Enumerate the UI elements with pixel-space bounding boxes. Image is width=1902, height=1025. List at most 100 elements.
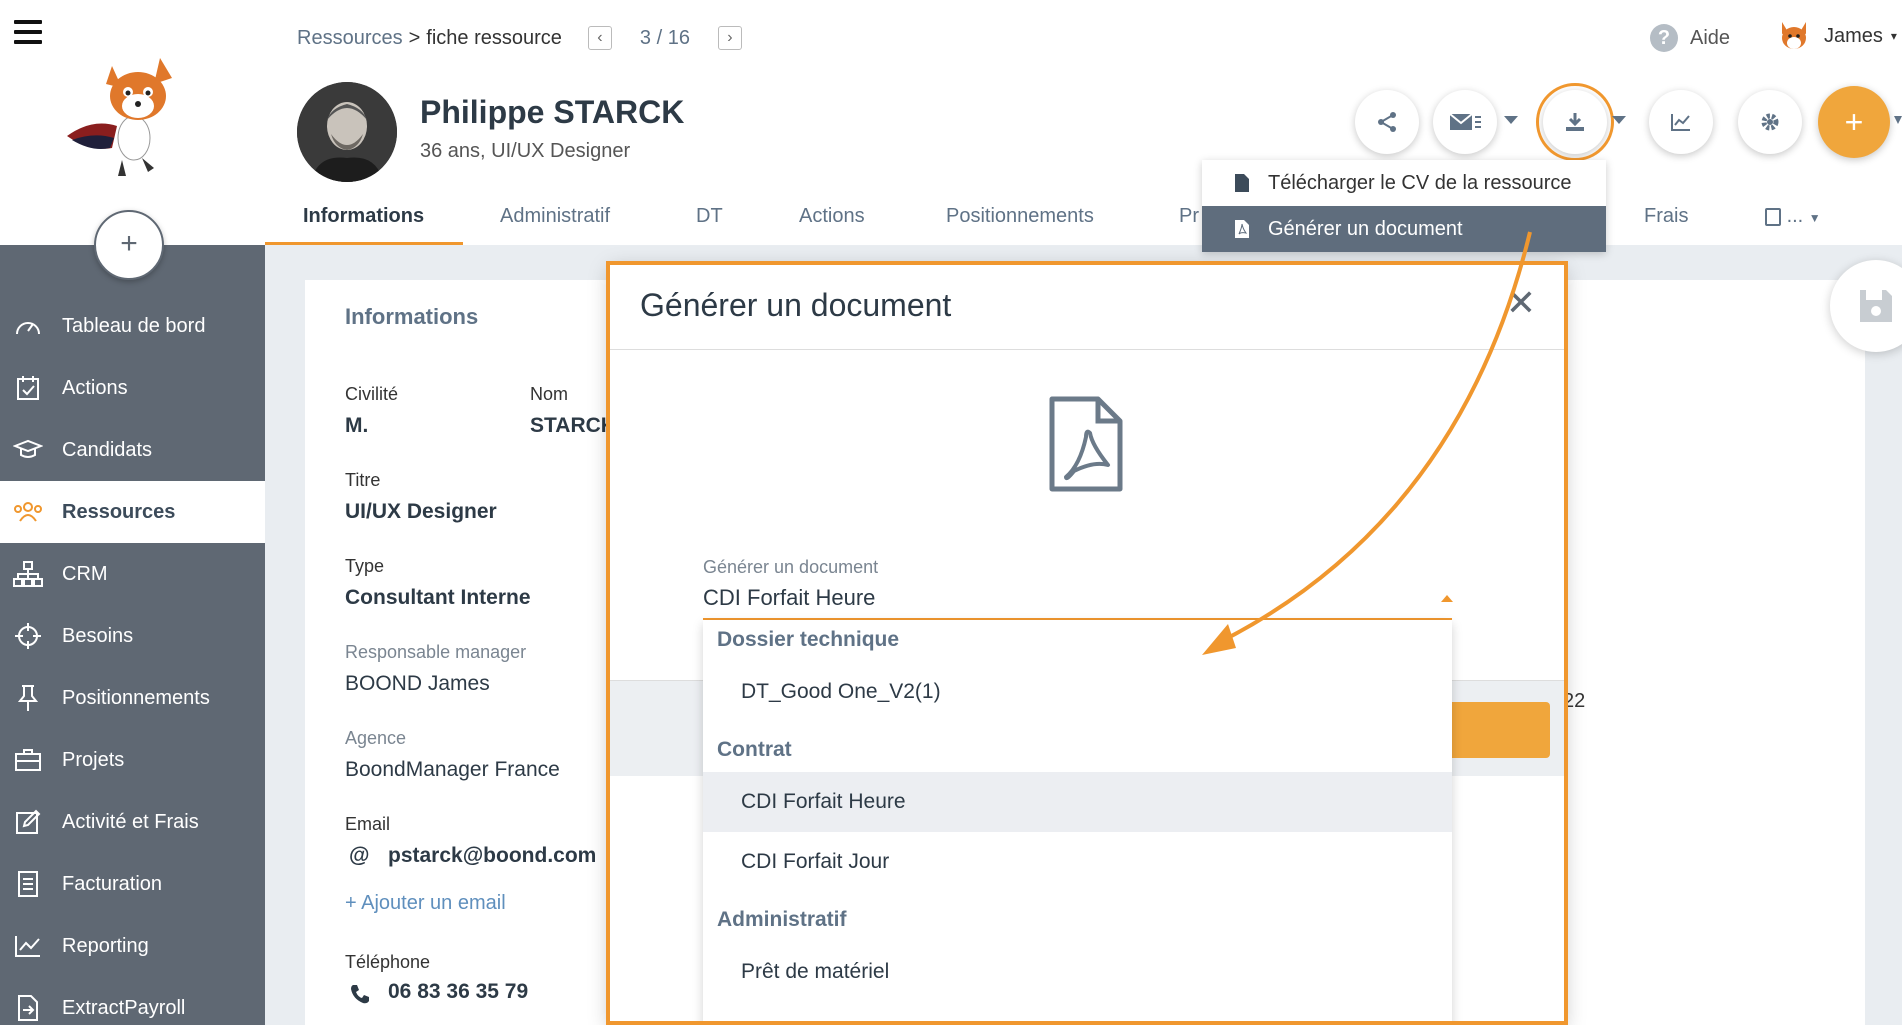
- manager-value: BOOND James: [345, 672, 490, 695]
- plus-icon: +: [1844, 104, 1864, 140]
- option-pret-de-materiel[interactable]: Prêt de matériel: [703, 942, 1452, 1002]
- question-icon: ?: [1650, 24, 1678, 52]
- sidebar-item-label: Positionnements: [62, 686, 210, 709]
- edit-icon: [6, 807, 50, 837]
- fox-mascot-logo: [67, 58, 172, 176]
- option-cdi-forfait-heure[interactable]: CDI Forfait Heure: [703, 772, 1452, 832]
- telephone-value[interactable]: 06 83 36 35 79: [388, 980, 528, 1004]
- sidebar-item-facturation[interactable]: Facturation: [0, 853, 265, 915]
- sidebar-item-label: Reporting: [62, 934, 149, 957]
- help-link[interactable]: ? Aide: [1650, 24, 1730, 52]
- sidebar-item-extractpayroll[interactable]: ExtractPayroll: [0, 977, 265, 1025]
- settings-button[interactable]: [1738, 90, 1802, 154]
- phone-icon: [351, 985, 369, 1004]
- sidebar-item-label: Projets: [62, 748, 125, 771]
- option-dt-good-one[interactable]: DT_Good One_V2(1): [703, 662, 1452, 722]
- nom-label: Nom: [530, 384, 569, 404]
- agence-value: BoondManager France: [345, 758, 560, 781]
- download-button-highlight: [1536, 83, 1614, 161]
- sidebar-item-reporting[interactable]: Reporting: [0, 915, 265, 977]
- breadcrumb-current: fiche ressource: [426, 26, 562, 49]
- dashboard-icon: [6, 311, 50, 341]
- add-dropdown-chevron-icon[interactable]: [1894, 116, 1902, 124]
- email-button[interactable]: [1433, 90, 1497, 154]
- fox-avatar-icon: [1782, 22, 1806, 49]
- sidebar-item-positionnements[interactable]: Positionnements: [0, 667, 265, 729]
- type-value: Consultant Interne: [345, 586, 531, 609]
- generate-document-modal: Générer un document ✕ Générer un documen…: [610, 265, 1564, 1025]
- document-options-list: Dossier technique DT_Good One_V2(1) Cont…: [703, 620, 1452, 1025]
- file-icon: [1235, 174, 1249, 192]
- tab-positionnements[interactable]: Positionnements: [946, 205, 1094, 228]
- file-pdf-icon: [1049, 396, 1123, 492]
- at-icon: @: [349, 844, 370, 867]
- active-tab-indicator: [265, 242, 463, 245]
- tab-more[interactable]: ... ▼: [1765, 205, 1821, 228]
- email-dropdown-chevron-icon[interactable]: [1504, 116, 1518, 124]
- telephone-label: Téléphone: [345, 952, 431, 972]
- share-button[interactable]: [1355, 90, 1419, 154]
- sidebar-add-button[interactable]: +: [94, 210, 164, 280]
- document-select[interactable]: CDI Forfait Heure: [703, 585, 875, 611]
- sidebar-item-label: Tableau de bord: [62, 314, 206, 337]
- chevron-down-icon: ▼: [1808, 211, 1821, 225]
- reporting-button[interactable]: [1649, 90, 1713, 154]
- tab-informations[interactable]: Informations: [303, 205, 424, 228]
- menu-item-label: Générer un document: [1268, 217, 1463, 240]
- sidebar-item-projets[interactable]: Projets: [0, 729, 265, 791]
- option-group-administratif: Administratif: [717, 908, 847, 931]
- add-email-link[interactable]: + Ajouter un email: [345, 892, 506, 915]
- menu-item-generer-document[interactable]: Générer un document: [1202, 206, 1606, 252]
- tab-actions[interactable]: Actions: [799, 205, 865, 228]
- avatar: [297, 82, 397, 182]
- previous-record-button[interactable]: ‹: [587, 26, 612, 50]
- sidebar-item-besoins[interactable]: Besoins: [0, 605, 265, 667]
- titre-label: Titre: [345, 470, 381, 490]
- sidebar-item-ressources[interactable]: Ressources: [0, 481, 265, 543]
- tab-administratif[interactable]: Administratif: [500, 205, 610, 228]
- resource-tabs: Informations Administratif DT Actions Po…: [265, 195, 1902, 245]
- tab-dt[interactable]: DT: [696, 205, 723, 228]
- next-record-button[interactable]: ›: [717, 26, 742, 50]
- hamburger-menu-icon[interactable]: [14, 20, 42, 44]
- tab-frais[interactable]: Frais: [1644, 205, 1688, 228]
- civilite-value: M.: [345, 414, 369, 437]
- sidebar-header: [0, 0, 265, 245]
- type-label: Type: [345, 556, 385, 576]
- sidebar-item-activite-et-frais[interactable]: Activité et Frais: [0, 791, 265, 853]
- chevron-down-icon: ▾: [1890, 29, 1897, 43]
- user-menu[interactable]: James ▾: [1778, 20, 1897, 52]
- breadcrumb-separator: >: [408, 26, 421, 49]
- breadcrumb-link-ressources[interactable]: Ressources: [297, 27, 403, 50]
- invoice-icon: [6, 869, 50, 899]
- sidebar-item-crm[interactable]: CRM: [0, 543, 265, 605]
- gear-icon: [1761, 113, 1779, 131]
- breadcrumb: Ressources > fiche ressource ‹ 3 / 16 ›: [297, 26, 742, 50]
- tab-projets[interactable]: Pr: [1179, 205, 1199, 228]
- download-dropdown-chevron-icon[interactable]: [1612, 116, 1626, 124]
- email-label: Email: [345, 814, 391, 834]
- pin-icon: [6, 683, 50, 713]
- option-cdi-forfait-jour[interactable]: CDI Forfait Jour: [703, 832, 1452, 892]
- sidebar-item-label: Besoins: [62, 624, 134, 647]
- chevron-up-icon[interactable]: [1441, 595, 1453, 602]
- sidebar-item-candidats[interactable]: Candidats: [0, 419, 265, 481]
- menu-item-telecharger-cv[interactable]: Télécharger le CV de la ressource: [1202, 160, 1606, 206]
- users-icon: [6, 497, 50, 527]
- add-button[interactable]: +: [1818, 86, 1890, 158]
- sidebar-item-actions[interactable]: Actions: [0, 357, 265, 419]
- graduation-cap-icon: [6, 435, 50, 465]
- sitemap-icon: [6, 559, 50, 589]
- sidebar: + Tableau de bord Actions Candidats Ress…: [0, 0, 265, 1025]
- file-pdf-icon: [1235, 220, 1249, 238]
- share-icon: [1378, 112, 1396, 132]
- sidebar-item-label: Activité et Frais: [62, 810, 199, 833]
- sidebar-item-tableau-de-bord[interactable]: Tableau de bord: [0, 295, 265, 357]
- close-icon[interactable]: ✕: [1506, 285, 1536, 321]
- sidebar-item-label: Ressources: [62, 500, 176, 523]
- sidebar-item-label: Facturation: [62, 872, 163, 895]
- email-value[interactable]: pstarck@boond.com: [388, 844, 596, 868]
- mail-icon: [1449, 113, 1481, 130]
- help-label: Aide: [1690, 26, 1731, 49]
- sidebar-item-label: Actions: [62, 376, 128, 399]
